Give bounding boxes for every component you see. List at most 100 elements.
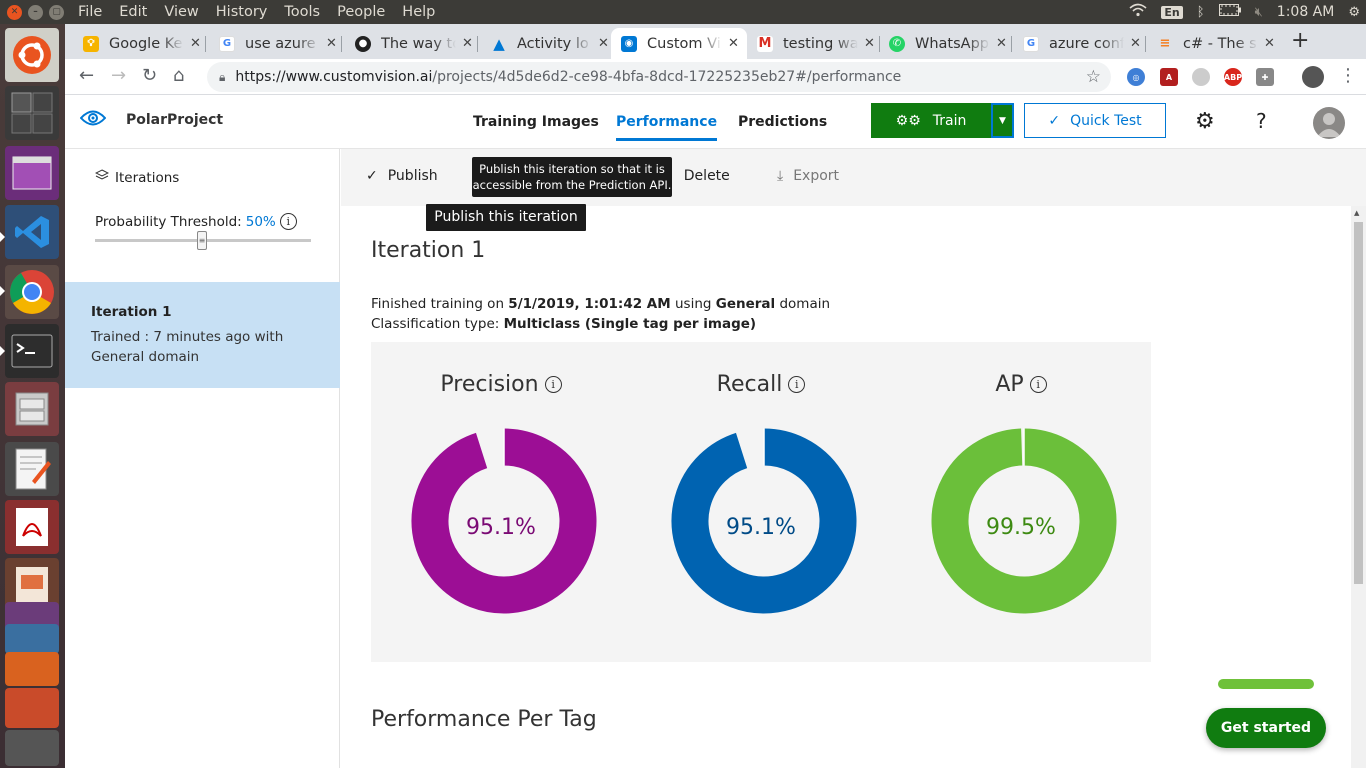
finished-prefix: Finished training on (371, 296, 509, 312)
iteration-list-item[interactable]: Iteration 1 Trained : 7 minutes ago with… (65, 282, 340, 388)
main-scrollbar[interactable]: ▲ (1351, 206, 1366, 768)
software-center-icon[interactable] (5, 688, 59, 728)
nav-predictions[interactable]: Predictions (738, 114, 827, 130)
browser-tab[interactable]: ✆ WhatsApp ✕ (879, 28, 1012, 59)
new-tab-icon[interactable]: + (1291, 28, 1309, 53)
project-name[interactable]: PolarProject (126, 112, 223, 128)
browser-menu-icon[interactable]: ⋮ (1339, 65, 1357, 86)
home-icon[interactable]: ⌂ (173, 65, 184, 86)
close-tab-icon[interactable]: ✕ (598, 36, 609, 51)
nav-training-images[interactable]: Training Images (473, 114, 599, 130)
file-cabinet-icon[interactable] (5, 382, 59, 436)
clock[interactable]: 1:08 AM (1277, 4, 1335, 20)
info-icon[interactable]: i (788, 376, 806, 393)
close-tab-icon[interactable]: ✕ (326, 36, 337, 51)
close-tab-icon[interactable]: ✕ (1130, 36, 1141, 51)
lock-icon[interactable]: 🔒︎ (219, 70, 225, 85)
eye-logo-icon[interactable] (80, 109, 106, 127)
extension-icon-3[interactable] (1192, 68, 1210, 86)
train-dropdown-button[interactable]: ▼ (991, 103, 1014, 138)
vscode-icon[interactable] (5, 205, 59, 259)
close-tab-icon[interactable]: ✕ (728, 36, 739, 51)
export-button[interactable]: ⤓ Export (777, 168, 839, 184)
iteration-description: Trained : 7 minutes ago with General dom… (91, 329, 284, 365)
browser-tab[interactable]: ▲ Activity lo ✕ (481, 28, 613, 59)
app-window-icon[interactable] (5, 146, 59, 200)
adblock-plus-icon[interactable]: ABP (1224, 68, 1242, 86)
browser-tab[interactable]: G azure conf ✕ (1013, 28, 1146, 59)
browser-tab[interactable]: ≡ c# - The sp ✕ (1147, 28, 1279, 59)
browser-tab[interactable]: ● The way to ✕ (345, 28, 478, 59)
puzzle-extension-icon[interactable]: ✚ (1256, 68, 1274, 86)
tab-title: WhatsApp (915, 35, 989, 52)
address-bar[interactable]: 🔒︎ https://www.customvision.ai/projects/… (207, 62, 1111, 92)
close-tab-icon[interactable]: ✕ (190, 36, 201, 51)
nav-performance[interactable]: Performance (616, 114, 718, 141)
publish-button[interactable]: ✓ Publish (366, 168, 438, 184)
precision-value: 95.1% (466, 515, 536, 540)
scrollbar-thumb[interactable] (1354, 222, 1363, 584)
threshold-slider-thumb[interactable]: ≡ (197, 231, 207, 250)
quick-test-button[interactable]: ✓ Quick Test (1024, 103, 1166, 138)
bookmark-star-icon[interactable]: ☆ (1086, 67, 1101, 87)
window-maximize-icon[interactable]: ▢ (49, 4, 64, 20)
google-icon: G (1023, 35, 1039, 52)
pdf-extension-icon[interactable]: A (1160, 68, 1178, 86)
wifi-icon[interactable] (1129, 3, 1147, 21)
profile-avatar-icon[interactable] (1302, 66, 1324, 88)
menu-history[interactable]: History (216, 4, 268, 20)
browser-tab[interactable]: 💡︎ Google Ke ✕ (73, 28, 206, 59)
browser-tab[interactable]: G use azure ✕ (209, 28, 342, 59)
trash-icon[interactable] (5, 730, 59, 766)
quick-test-label: Quick Test (1070, 112, 1142, 129)
menu-file[interactable]: File (78, 4, 102, 20)
bluetooth-icon[interactable]: ᛒ (1197, 5, 1205, 20)
ubuntu-logo-icon[interactable] (5, 28, 59, 82)
back-icon[interactable]: ← (79, 65, 94, 86)
browser-tab-active[interactable]: ◉ Custom Vi ✕ (611, 28, 747, 59)
firefox-icon[interactable] (5, 652, 59, 686)
stacked-app-icon-2[interactable] (5, 624, 59, 654)
pdf-reader-icon[interactable] (5, 500, 59, 554)
url-host: https://www.customvision.ai (235, 69, 433, 85)
system-gear-icon[interactable]: ⚙ (1348, 5, 1360, 20)
app-header: PolarProject Training Images Performance… (65, 95, 1366, 149)
window-close-icon[interactable]: ✕ (7, 4, 22, 20)
reload-icon[interactable]: ↻ (142, 65, 157, 86)
menu-tools[interactable]: Tools (284, 4, 320, 20)
info-icon[interactable]: i (279, 213, 297, 230)
battery-icon[interactable] (1218, 4, 1241, 20)
text-editor-icon[interactable] (5, 442, 59, 496)
terminal-icon[interactable] (5, 324, 59, 378)
close-tab-icon[interactable]: ✕ (1264, 36, 1275, 51)
google-keep-icon: 💡︎ (83, 35, 99, 52)
menu-people[interactable]: People (337, 4, 385, 20)
close-tab-icon[interactable]: ✕ (462, 36, 473, 51)
threshold-label: Probability Threshold: (95, 213, 242, 230)
gmail-icon: M (757, 35, 773, 52)
azure-icon: ▲ (493, 34, 505, 53)
extension-icon-1[interactable]: ◎ (1127, 68, 1145, 86)
get-started-progress-bar (1218, 679, 1314, 689)
user-avatar[interactable] (1313, 107, 1345, 139)
keyboard-language[interactable]: En (1161, 5, 1183, 19)
get-started-button[interactable]: Get started (1206, 708, 1326, 748)
close-tab-icon[interactable]: ✕ (864, 36, 875, 51)
info-icon[interactable]: i (1029, 376, 1047, 393)
menu-edit[interactable]: Edit (119, 4, 147, 20)
train-button[interactable]: ⚙⚙ Train (871, 103, 991, 138)
volume-icon[interactable]: 🔇︎ (1255, 5, 1263, 20)
menu-help[interactable]: Help (402, 4, 435, 20)
threshold-value: 50% (245, 213, 276, 230)
menu-view[interactable]: View (164, 4, 198, 20)
scroll-up-icon[interactable]: ▲ (1354, 209, 1359, 217)
chrome-icon[interactable] (5, 265, 59, 319)
close-tab-icon[interactable]: ✕ (996, 36, 1007, 51)
settings-gear-icon[interactable]: ⚙ (1195, 109, 1215, 134)
window-minimize-icon[interactable]: – (28, 4, 43, 20)
workspace-switcher-icon[interactable] (5, 86, 59, 140)
forward-icon[interactable]: → (111, 65, 126, 86)
info-icon[interactable]: i (544, 376, 562, 393)
help-icon[interactable]: ? (1256, 109, 1267, 133)
browser-tab[interactable]: M testing wa ✕ (747, 28, 880, 59)
